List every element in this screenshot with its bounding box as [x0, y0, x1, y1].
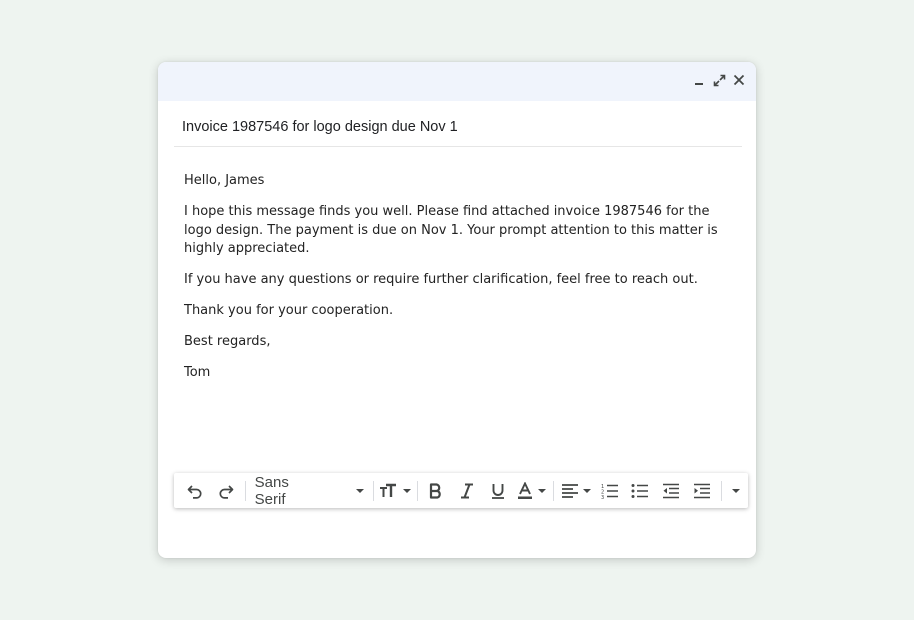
italic-button[interactable]: [452, 477, 483, 505]
font-size-button[interactable]: [377, 477, 414, 505]
toolbar-divider: [373, 480, 375, 501]
indent-more-button[interactable]: [687, 477, 718, 505]
close-icon[interactable]: [732, 73, 746, 87]
underline-button[interactable]: [483, 477, 514, 505]
svg-text:3: 3: [601, 495, 604, 499]
compose-window: Invoice 1987546 for logo design due Nov …: [158, 62, 756, 558]
body-paragraph: If you have any questions or require fur…: [184, 272, 698, 287]
font-family-select[interactable]: Sans Serif: [249, 473, 370, 508]
italic-icon: [461, 483, 474, 498]
chevron-down-icon: [538, 488, 547, 493]
redo-button[interactable]: [211, 477, 242, 505]
toolbar-divider: [416, 480, 418, 501]
underline-icon: [492, 483, 505, 499]
minimize-icon[interactable]: [692, 73, 706, 87]
align-icon: [561, 483, 578, 498]
font-size-icon: [380, 483, 397, 497]
text-color-icon: [518, 481, 533, 499]
bulleted-list-icon: [631, 483, 649, 498]
subject-field[interactable]: Invoice 1987546 for logo design due Nov …: [174, 101, 742, 147]
toolbar-divider: [244, 480, 246, 501]
bold-button[interactable]: [421, 477, 452, 505]
more-options-button[interactable]: [725, 477, 748, 505]
chevron-down-icon: [356, 488, 365, 493]
numbered-list-button[interactable]: 1 2 3: [594, 477, 625, 505]
bold-icon: [430, 482, 442, 499]
redo-icon: [219, 484, 234, 499]
message-body[interactable]: Hello, James I hope this message finds y…: [184, 172, 729, 395]
closing-line: Best regards,: [184, 334, 271, 349]
numbered-list-icon: 1 2 3: [601, 484, 618, 499]
text-color-button[interactable]: [514, 477, 551, 505]
align-button[interactable]: [557, 477, 594, 505]
bulleted-list-button[interactable]: [625, 477, 656, 505]
more-options-icon: [732, 488, 741, 493]
chevron-down-icon: [403, 488, 412, 493]
compose-title-bar: [158, 62, 756, 101]
expand-icon[interactable]: [712, 73, 726, 87]
indent-less-icon: [663, 483, 680, 498]
undo-icon: [187, 484, 202, 499]
font-family-label: Sans Serif: [254, 473, 289, 508]
chevron-down-icon: [582, 488, 591, 493]
formatting-toolbar: Sans Serif 1 2 3: [174, 473, 748, 508]
window-controls: [692, 73, 746, 87]
indent-more-icon: [694, 483, 711, 498]
greeting: Hello, James: [184, 173, 265, 188]
toolbar-divider: [553, 480, 555, 501]
body-paragraph: Thank you for your cooperation.: [184, 303, 394, 318]
subject-text: Invoice 1987546 for logo design due Nov …: [182, 119, 458, 135]
undo-button[interactable]: [180, 477, 211, 505]
toolbar-divider: [720, 480, 722, 501]
indent-less-button[interactable]: [656, 477, 687, 505]
body-paragraph: I hope this message finds you well. Plea…: [184, 204, 718, 256]
signature: Tom: [184, 365, 211, 380]
